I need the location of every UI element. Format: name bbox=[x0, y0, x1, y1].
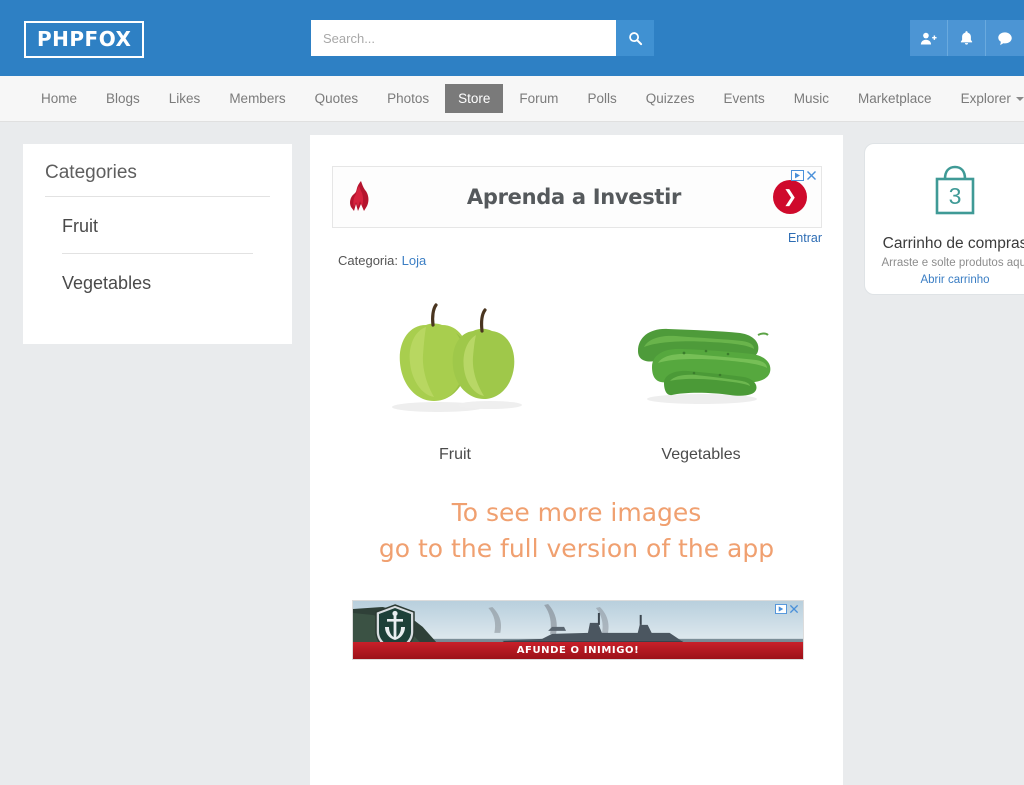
shopping-cart-widget[interactable]: 3 Carrinho de compras Arraste e solte pr… bbox=[864, 143, 1024, 295]
nav-item-photos[interactable]: Photos bbox=[374, 84, 442, 113]
cart-count: 3 bbox=[949, 183, 962, 209]
breadcrumb-link-loja[interactable]: Loja bbox=[402, 253, 427, 268]
product-tile-fruit[interactable]: Fruit bbox=[332, 280, 578, 464]
fruit-image bbox=[332, 280, 578, 430]
sidebar-item-fruit[interactable]: Fruit bbox=[23, 197, 292, 253]
top-advertisement[interactable]: Aprenda a Investir ❯ bbox=[332, 166, 822, 228]
bottom-advertisement[interactable]: AFUNDE O INIMIGO! bbox=[352, 600, 804, 660]
vegetables-image bbox=[578, 280, 824, 430]
product-category-grid: Fruit Vegetables bbox=[332, 280, 824, 464]
nav-item-explorer[interactable]: Explorer bbox=[948, 84, 1024, 113]
shopping-bag-icon: 3 bbox=[935, 165, 975, 215]
open-cart-link[interactable]: Abrir carrinho bbox=[865, 274, 1024, 286]
watermark-line-1: To see more images bbox=[451, 498, 702, 527]
close-icon[interactable] bbox=[806, 170, 817, 181]
search-bar bbox=[311, 20, 654, 56]
watermark-line-2: go to the full version of the app bbox=[378, 534, 775, 563]
ad-headline: Aprenda a Investir bbox=[466, 185, 682, 209]
adchoices-icon[interactable] bbox=[791, 170, 804, 181]
cart-subtitle: Arraste e solte produtos aqui bbox=[881, 257, 1024, 269]
site-logo[interactable]: PHPFOX bbox=[24, 21, 145, 58]
adchoices-icon[interactable] bbox=[775, 604, 787, 614]
categories-panel: Categories Fruit Vegetables bbox=[23, 144, 292, 344]
search-input[interactable] bbox=[311, 20, 616, 56]
nav-item-quizzes[interactable]: Quizzes bbox=[633, 84, 708, 113]
close-icon[interactable] bbox=[789, 604, 799, 614]
ad-controls bbox=[775, 604, 799, 614]
nav-item-home[interactable]: Home bbox=[28, 84, 90, 113]
nav-item-likes[interactable]: Likes bbox=[156, 84, 214, 113]
chevron-down-icon bbox=[1015, 97, 1024, 102]
cart-title: Carrinho de compras bbox=[882, 235, 1024, 252]
nav-item-polls[interactable]: Polls bbox=[574, 84, 629, 113]
breadcrumb: Categoria: Loja bbox=[338, 253, 426, 268]
page-body: Categories Fruit Vegetables Aprenda a In… bbox=[0, 123, 1024, 785]
search-icon bbox=[628, 31, 642, 45]
nav-item-marketplace[interactable]: Marketplace bbox=[845, 84, 945, 113]
friend-request-button[interactable] bbox=[910, 20, 948, 56]
nav-item-store[interactable]: Store bbox=[445, 84, 504, 113]
product-label-vegetables: Vegetables bbox=[661, 446, 741, 463]
cucumbers-photo bbox=[637, 328, 770, 404]
chat-bubble-icon bbox=[998, 31, 1012, 45]
sidebar-item-vegetables[interactable]: Vegetables bbox=[23, 254, 292, 310]
nav-item-quotes[interactable]: Quotes bbox=[302, 84, 372, 113]
chevron-right-icon: ❯ bbox=[782, 187, 798, 206]
header-action-icons bbox=[910, 20, 1024, 56]
nav-item-explorer-label: Explorer bbox=[960, 91, 1011, 106]
friend-request-icon bbox=[920, 32, 937, 44]
search-button[interactable] bbox=[616, 20, 654, 56]
messages-button[interactable] bbox=[986, 20, 1024, 56]
product-label-fruit: Fruit bbox=[439, 446, 471, 463]
notification-bell-icon bbox=[960, 31, 973, 45]
notifications-button[interactable] bbox=[948, 20, 986, 56]
main-navigation: Home Blogs Likes Members Quotes Photos S… bbox=[0, 76, 1024, 122]
nav-item-forum[interactable]: Forum bbox=[506, 84, 571, 113]
breadcrumb-label: Categoria: bbox=[338, 253, 398, 268]
categories-title: Categories bbox=[45, 162, 137, 183]
nav-item-events[interactable]: Events bbox=[710, 84, 777, 113]
watermark-notice: To see more images go to the full versio… bbox=[310, 495, 843, 567]
ad-slogan: AFUNDE O INIMIGO! bbox=[353, 642, 803, 659]
ad-controls bbox=[791, 170, 817, 181]
nav-item-music[interactable]: Music bbox=[781, 84, 842, 113]
product-tile-vegetables[interactable]: Vegetables bbox=[578, 280, 824, 464]
nav-item-blogs[interactable]: Blogs bbox=[93, 84, 153, 113]
green-apples-photo bbox=[391, 303, 522, 412]
nav-item-members[interactable]: Members bbox=[216, 84, 298, 113]
ad-cta-button[interactable]: ❯ bbox=[773, 180, 807, 214]
store-content-panel: Aprenda a Investir ❯ Entrar Categoria: L… bbox=[310, 135, 843, 785]
flame-logo-icon bbox=[350, 181, 369, 211]
ad-entrar-link[interactable]: Entrar bbox=[332, 231, 822, 245]
site-header: PHPFOX bbox=[0, 0, 1024, 76]
